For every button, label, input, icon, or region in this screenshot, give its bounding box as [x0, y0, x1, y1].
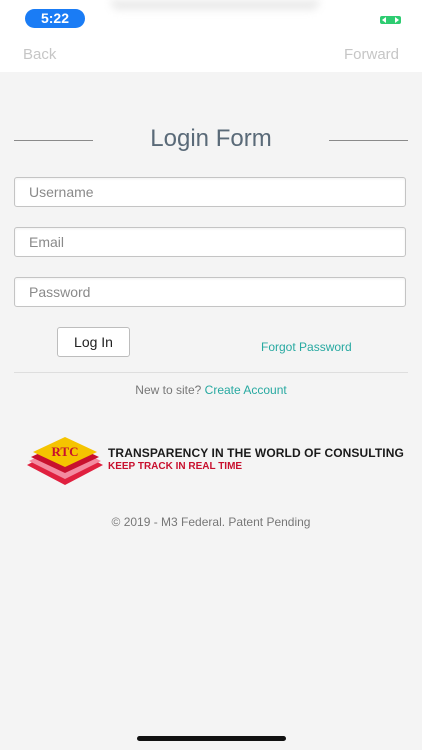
rtc-logo: RTC TRANSPARENCY IN THE WORLD OF CONSULT…	[27, 437, 404, 485]
copyright-text: © 2019 - M3 Federal. Patent Pending	[111, 515, 311, 529]
rtc-logo-mark-text: RTC	[52, 444, 79, 459]
login-screen: 5:22 Back Forward Login Form Log In Forg…	[0, 0, 422, 750]
form-title-row: Login Form	[0, 125, 422, 159]
new-to-site-row: New to site? Create Account	[0, 383, 422, 397]
password-input[interactable]	[14, 277, 406, 307]
logo-tagline-1: TRANSPARENCY IN THE WORLD OF CONSULTING	[108, 446, 404, 460]
login-button[interactable]: Log In	[57, 327, 130, 357]
form-title: Login Form	[150, 125, 272, 152]
forgot-password-link[interactable]: Forgot Password	[261, 340, 352, 354]
notch-shadow	[110, 0, 320, 10]
back-button[interactable]: Back	[23, 46, 56, 63]
rtc-logo-mark: RTC	[27, 437, 103, 485]
create-account-link[interactable]: Create Account	[205, 383, 287, 397]
username-input[interactable]	[14, 177, 406, 207]
email-input[interactable]	[14, 227, 406, 257]
title-divider-right	[329, 140, 408, 141]
status-bar: 5:22	[0, 0, 422, 38]
nav-bar: Back Forward	[0, 38, 422, 72]
status-time: 5:22	[25, 9, 85, 28]
new-to-site-text: New to site?	[135, 383, 202, 397]
home-indicator	[137, 736, 286, 741]
logo-tagline-2: KEEP TRACK IN REAL TIME	[108, 461, 243, 472]
form-divider	[14, 372, 408, 373]
forward-button[interactable]: Forward	[344, 46, 399, 63]
battery-icon	[380, 16, 401, 24]
